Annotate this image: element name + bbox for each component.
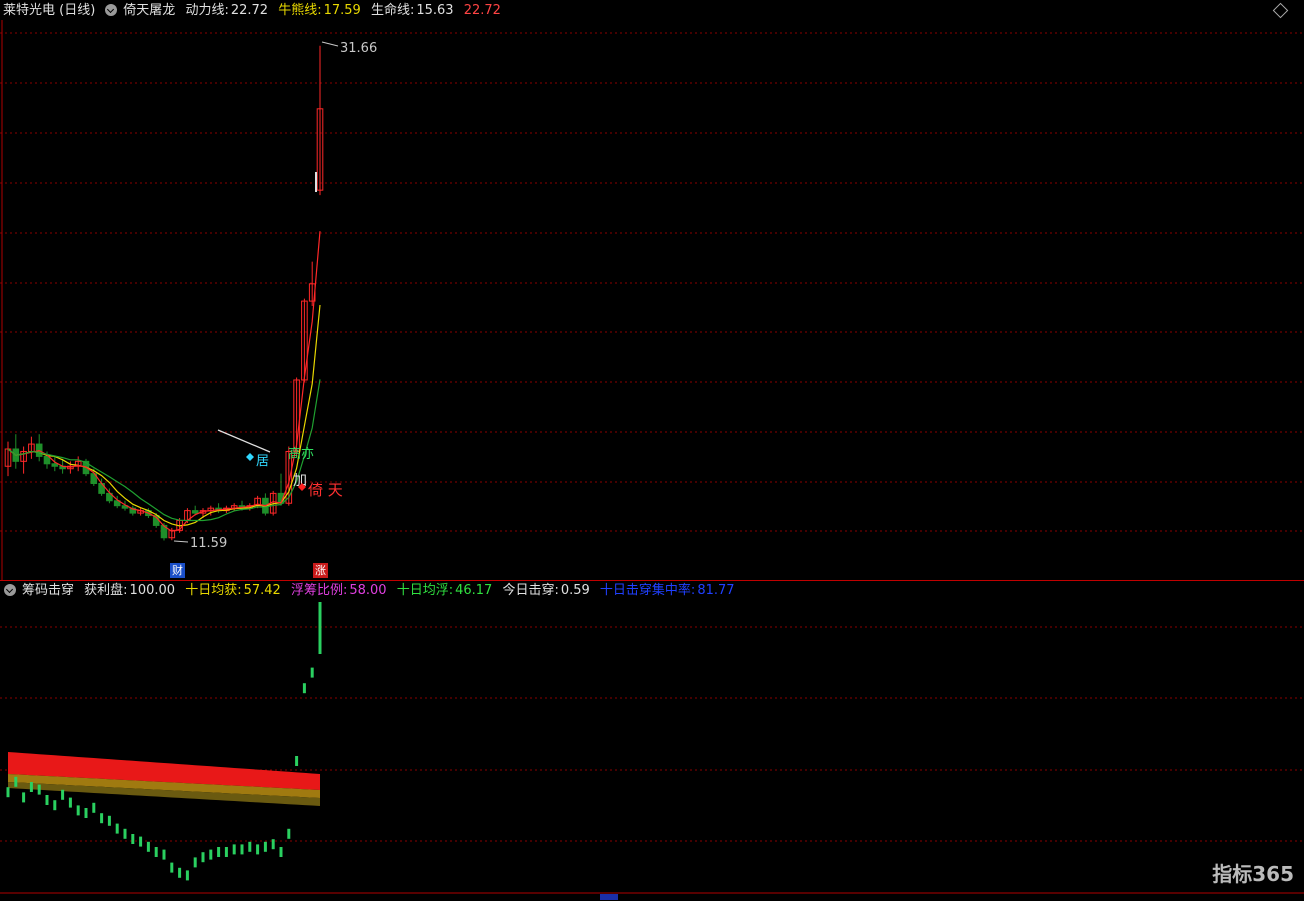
- candles: [4, 45, 324, 541]
- profit-bar: [310, 667, 314, 678]
- scroll-marker[interactable]: [600, 894, 618, 900]
- candle-body: [191, 510, 199, 514]
- buy-signal-label: 倚 天: [308, 481, 343, 499]
- signal-annot2: 高亦: [288, 446, 314, 462]
- profit-bar: [37, 784, 41, 795]
- profit-bar: [45, 795, 49, 805]
- indicator-line: [7, 231, 321, 532]
- profit-bar: [68, 797, 72, 808]
- candle-body: [51, 463, 59, 467]
- profit-bar: [22, 792, 26, 803]
- low-price-label: 11.59: [190, 536, 227, 551]
- indicator-chart: [0, 602, 1304, 900]
- profit-bar: [123, 828, 127, 839]
- profit-bar: [84, 808, 88, 818]
- profit-bar: [53, 800, 57, 811]
- signal-annot1: 居: [256, 454, 269, 469]
- profit-bar: [131, 834, 135, 844]
- tag-zhang[interactable]: 涨: [313, 563, 328, 578]
- profit-bar: [295, 756, 299, 766]
- profit-bar: [201, 852, 205, 863]
- profit-bar: [287, 828, 291, 839]
- tag-cai[interactable]: 财: [170, 563, 185, 578]
- profit-bar: [139, 836, 143, 847]
- profit-bar: [271, 839, 275, 850]
- profit-bar: [146, 841, 150, 852]
- profit-bar: [115, 823, 119, 834]
- profit-bar: [61, 789, 65, 800]
- profit-bar: [263, 841, 267, 852]
- indicator-lines: [7, 231, 321, 532]
- profit-bar: [14, 776, 18, 787]
- profit-bar: [302, 683, 306, 694]
- profit-bars: [6, 602, 322, 881]
- profit-bar: [6, 787, 10, 798]
- price-grid: [0, 20, 1304, 580]
- high-price-label: 31.66: [340, 41, 377, 56]
- profit-bar: [232, 844, 236, 855]
- profit-bar: [217, 847, 221, 857]
- profit-bar: [185, 870, 189, 881]
- profit-bar: [154, 847, 158, 857]
- indicator-grid: [0, 626, 1304, 842]
- profit-bar: [256, 844, 260, 855]
- profit-bar: [107, 815, 111, 826]
- profit-bar: [318, 602, 322, 654]
- profit-bar: [162, 849, 166, 860]
- profit-bar: [29, 782, 33, 792]
- profit-bar: [170, 862, 174, 873]
- profit-bar: [279, 847, 283, 857]
- profit-bar: [100, 813, 104, 824]
- profit-bar: [178, 867, 182, 878]
- profit-bar: [76, 805, 80, 816]
- price-chart: 31.66 11.59 倚 天 加 居 高亦: [0, 20, 1304, 580]
- profit-bar: [240, 844, 244, 855]
- profit-bar: [248, 841, 252, 852]
- watermark-logo: 指标365: [1212, 862, 1294, 886]
- candle-body: [43, 455, 51, 465]
- profit-bar: [193, 857, 197, 868]
- chip-bands: [8, 752, 320, 806]
- profit-bar: [92, 802, 96, 813]
- profit-bar: [209, 849, 213, 860]
- profit-bar: [224, 847, 228, 857]
